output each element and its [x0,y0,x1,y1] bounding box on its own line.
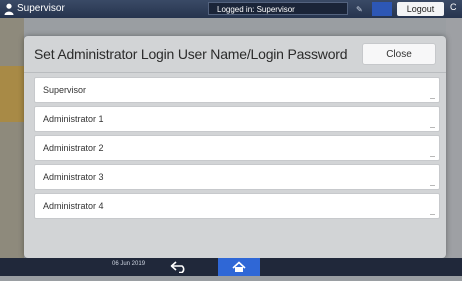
list-item-administrator-4[interactable]: Administrator 4 [34,193,440,219]
close-button[interactable]: Close [362,43,436,65]
home-button[interactable] [218,258,260,276]
back-arrow-icon[interactable] [170,261,188,273]
item-corner-mark [430,156,435,157]
topbar-edge-icon: C [450,2,457,12]
dialog-header: Set Administrator Login User Name/Login … [24,36,446,73]
list-item-label: Administrator 3 [43,172,104,182]
item-corner-mark [430,98,435,99]
logged-in-user-title: Supervisor [17,3,65,14]
list-item-supervisor[interactable]: Supervisor [34,77,440,103]
background-page-right [446,18,462,258]
list-item-label: Administrator 4 [43,201,104,211]
dialog-title: Set Administrator Login User Name/Login … [34,46,348,62]
item-corner-mark [430,185,435,186]
top-status-bar: Supervisor Logged in: Supervisor ✎ Logou… [0,0,462,18]
logout-button[interactable]: Logout [397,2,444,16]
background-page-left [0,18,24,258]
list-item-label: Administrator 2 [43,143,104,153]
login-status-field: Logged in: Supervisor [208,2,348,15]
background-strip [0,66,24,122]
list-item-label: Supervisor [43,85,87,95]
edit-icon: ✎ [356,5,363,14]
admin-list: Supervisor Administrator 1 Administrator… [34,77,440,222]
list-item-administrator-1[interactable]: Administrator 1 [34,106,440,132]
item-corner-mark [430,214,435,215]
date-display: 06 Jun 2019 [112,261,146,267]
list-item-administrator-2[interactable]: Administrator 2 [34,135,440,161]
list-item-label: Administrator 1 [43,114,104,124]
list-item-administrator-3[interactable]: Administrator 3 [34,164,440,190]
item-corner-mark [430,127,435,128]
notification-button[interactable] [372,2,392,16]
bottom-bar: 06 Jun 2019 [0,258,462,276]
user-icon [4,3,14,15]
admin-login-dialog: Set Administrator Login User Name/Login … [24,36,446,258]
home-icon [232,261,246,272]
